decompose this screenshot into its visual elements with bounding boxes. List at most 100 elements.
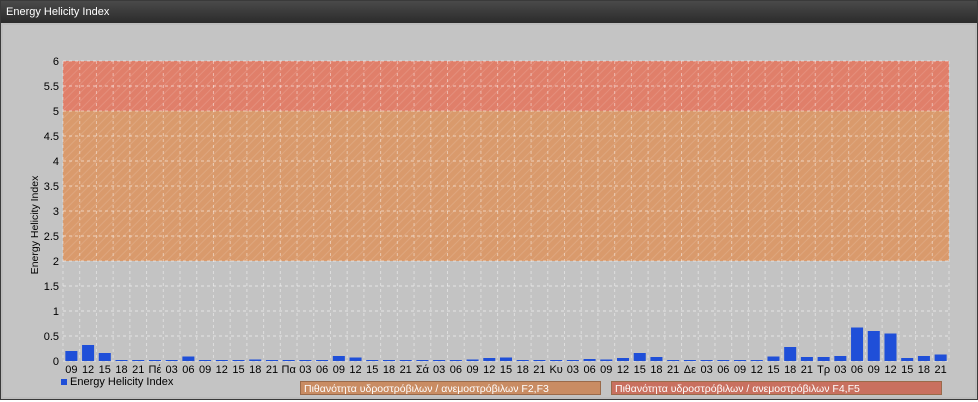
- x-tick-label: 15: [500, 364, 512, 376]
- x-tick-label: 21: [667, 364, 679, 376]
- bar: [265, 360, 278, 361]
- bar: [399, 360, 412, 361]
- y-tick-label: 2.5: [44, 231, 59, 243]
- x-tick-label: 03: [166, 364, 178, 376]
- bar: [282, 360, 295, 361]
- bar: [148, 360, 161, 361]
- x-tick-label: 09: [734, 364, 746, 376]
- x-tick-label: 09: [868, 364, 880, 376]
- x-tick-label: 18: [784, 364, 796, 376]
- x-tick-label: 21: [132, 364, 144, 376]
- bar: [483, 358, 496, 361]
- x-tick-label: 12: [884, 364, 896, 376]
- x-tick-label: 03: [700, 364, 712, 376]
- bar: [499, 357, 513, 361]
- x-tick-label: Σά: [416, 364, 430, 376]
- y-tick-label: 1.5: [44, 281, 59, 293]
- bar: [784, 347, 797, 361]
- bar: [98, 353, 111, 361]
- bar: [449, 360, 462, 361]
- x-tick-label: 21: [400, 364, 412, 376]
- chart-svg: 0 0.5 1 1.5 2 2.5 3 3.5 4 4.5 5 5.5 6 09 12 15 18 21 Πέ 03…: [29, 56, 950, 376]
- x-tick-label: 06: [583, 364, 595, 376]
- legend-swatch: [61, 379, 67, 386]
- y-tick-label: 5: [53, 106, 59, 118]
- y-tick-label: 1: [53, 306, 59, 318]
- y-tick-label: 3.5: [44, 181, 59, 193]
- window-title: Energy Helicity Index: [6, 6, 110, 18]
- bar: [650, 357, 663, 361]
- bar: [734, 360, 747, 361]
- bar: [299, 360, 312, 361]
- x-tick-label: Πα: [282, 364, 297, 376]
- x-tick-label: 18: [918, 364, 930, 376]
- bar: [382, 360, 395, 361]
- bar: [466, 359, 479, 361]
- x-tick-label: Δε: [684, 364, 696, 376]
- x-tick-label: 15: [99, 364, 111, 376]
- legend: Energy Helicity Index: [61, 376, 173, 388]
- y-tick-label: 2: [53, 256, 59, 268]
- bar: [683, 360, 696, 361]
- x-tick-label: 15: [767, 364, 779, 376]
- x-tick-label: 18: [115, 364, 127, 376]
- bar: [901, 358, 914, 361]
- x-tick-label: 09: [466, 364, 478, 376]
- bar: [516, 360, 529, 361]
- x-tick-label: 15: [366, 364, 378, 376]
- x-tick-label: 18: [517, 364, 529, 376]
- bar: [366, 360, 379, 361]
- chart-window: Energy Helicity Index 0 0.5 1 1.5 2 2.5 3 3.5 4 4…: [0, 0, 978, 400]
- bar: [349, 357, 362, 361]
- bar: [600, 359, 613, 361]
- bar: [332, 356, 345, 361]
- bar: [817, 357, 830, 361]
- x-tick-label: Κυ: [549, 364, 562, 376]
- bar: [316, 360, 329, 361]
- bar: [82, 345, 95, 361]
- bar: [533, 360, 546, 361]
- bar: [65, 351, 78, 361]
- bar: [215, 360, 228, 361]
- bar: [249, 359, 262, 361]
- bar: [433, 360, 446, 361]
- bar: [867, 331, 880, 361]
- x-tick-label: 21: [801, 364, 813, 376]
- legend-label: Energy Helicity Index: [70, 376, 174, 388]
- x-tick-label: Τρ: [817, 364, 830, 376]
- bar: [750, 360, 763, 361]
- bar: [800, 357, 813, 361]
- y-tick-label: 3: [53, 206, 59, 218]
- bar: [884, 333, 897, 361]
- x-tick-label: 06: [717, 364, 729, 376]
- bar: [165, 360, 178, 361]
- x-tick-label: 15: [232, 364, 244, 376]
- bar: [633, 353, 646, 361]
- x-tick-label: 06: [182, 364, 194, 376]
- bar: [667, 360, 680, 361]
- bar: [132, 360, 145, 361]
- x-tick-label: 12: [751, 364, 763, 376]
- bar: [700, 360, 713, 361]
- y-tick-label: 0: [53, 356, 59, 368]
- y-tick-label: 6: [53, 56, 59, 68]
- bar: [834, 356, 847, 361]
- x-tick-label: 18: [249, 364, 261, 376]
- bar: [583, 359, 596, 361]
- x-tick-label: Πέ: [149, 364, 162, 376]
- bar: [934, 354, 947, 361]
- bar: [199, 360, 212, 361]
- bar: [416, 360, 429, 361]
- x-tick-label: 12: [349, 364, 361, 376]
- x-tick-label: 03: [299, 364, 311, 376]
- x-tick-label: 03: [567, 364, 579, 376]
- title-bar: Energy Helicity Index: [1, 1, 977, 23]
- bar: [550, 360, 563, 361]
- x-tick-label: 06: [450, 364, 462, 376]
- bar: [717, 360, 730, 361]
- x-tick-label: 03: [433, 364, 445, 376]
- x-tick-label: 18: [383, 364, 395, 376]
- y-tick-label: 5.5: [44, 81, 59, 93]
- x-tick-label: 18: [650, 364, 662, 376]
- y-tick-label: 4: [53, 156, 59, 168]
